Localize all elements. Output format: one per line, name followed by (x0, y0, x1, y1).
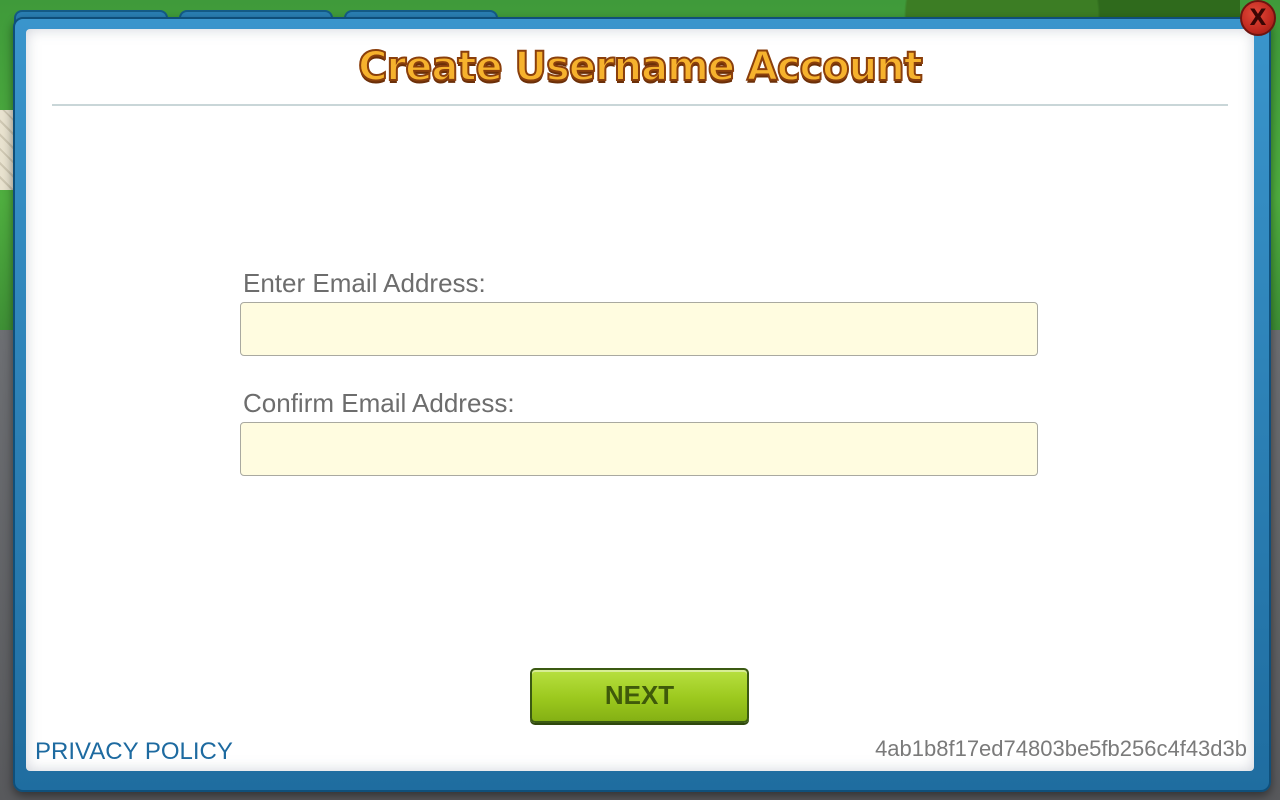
email-label: Enter Email Address: (243, 268, 486, 298)
confirm-email-label: Confirm Email Address: (243, 388, 515, 418)
email-input[interactable] (240, 302, 1038, 356)
next-button[interactable]: NEXT (530, 668, 749, 723)
close-icon: X (1249, 5, 1267, 31)
title-divider (52, 104, 1228, 106)
dialog-title: Create Username Account (357, 43, 924, 91)
dialog-panel (26, 29, 1254, 771)
confirm-email-input[interactable] (240, 422, 1038, 476)
session-hash: 4ab1b8f17ed74803be5fb256c4f43d3b (875, 736, 1247, 761)
privacy-policy-link[interactable]: PRIVACY POLICY (35, 738, 233, 766)
close-button[interactable]: X (1240, 0, 1276, 36)
